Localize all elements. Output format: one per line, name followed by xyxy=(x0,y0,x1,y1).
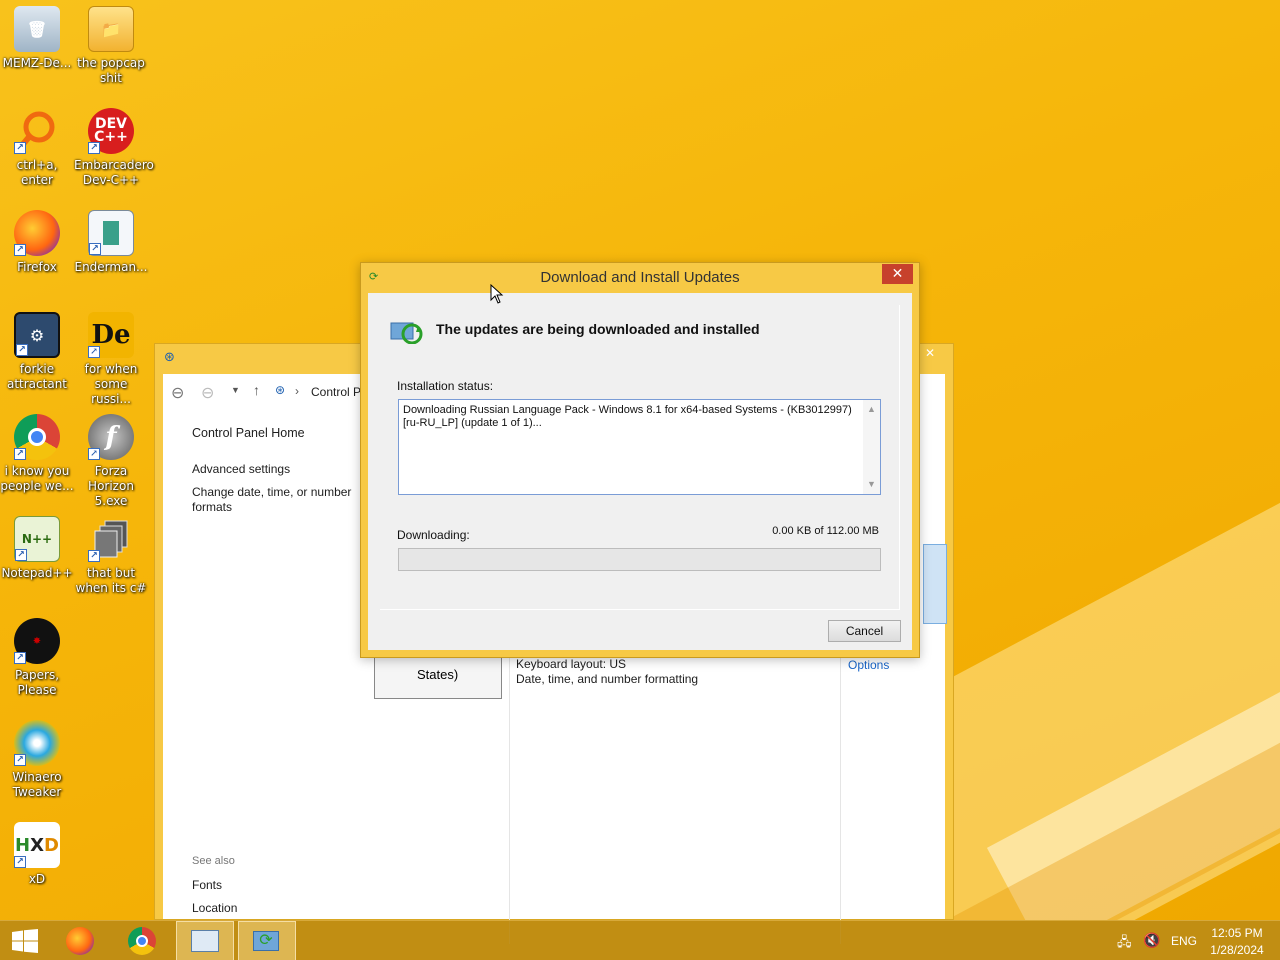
papers-please-icon: ✸ ↗ xyxy=(14,618,60,664)
cancel-button[interactable]: Cancel xyxy=(828,620,901,642)
formatting-text: Date, time, and number formatting xyxy=(516,672,699,686)
taskbar-control-panel[interactable] xyxy=(176,921,234,960)
desktop-icon-forkie[interactable]: ⚙ ↗ forkie attractant xyxy=(0,312,74,392)
dialog-title: Download and Install Updates xyxy=(540,269,740,286)
installation-status-box[interactable]: Downloading Russian Language Pack - Wind… xyxy=(398,399,881,495)
downloaded-size: 0.00 KB of 112.00 MB xyxy=(772,525,879,537)
winaero-icon: ↗ xyxy=(14,720,60,766)
magnifier-icon: ↗ xyxy=(14,108,60,154)
desktop-icon-memz[interactable]: 🗑 MEMZ-De... xyxy=(0,6,74,71)
de-app-icon: De ↗ xyxy=(88,312,134,358)
scroll-down-icon[interactable]: ▼ xyxy=(867,478,876,491)
keyboard-layout-text: Keyboard layout: US xyxy=(516,657,627,671)
close-icon[interactable]: ✕ xyxy=(925,346,935,360)
sidebar-home-link[interactable]: Control Panel Home xyxy=(192,426,305,440)
desktop-icon-ctrl-a[interactable]: ↗ ctrl+a, enter xyxy=(0,108,74,188)
sidebar-advanced-link[interactable]: Advanced settings xyxy=(192,462,290,476)
up-button[interactable]: ↑ xyxy=(253,382,260,398)
scroll-up-icon[interactable]: ▲ xyxy=(867,403,876,416)
recent-dropdown-icon[interactable]: ▼ xyxy=(231,385,240,395)
desktop-icon-de-app[interactable]: De ↗ for when some russi... xyxy=(74,312,148,407)
mouse-cursor-icon xyxy=(490,284,504,304)
downloading-label: Downloading: xyxy=(397,528,470,542)
breadcrumb-icon: ⊛ xyxy=(275,383,286,397)
taskbar-firefox[interactable] xyxy=(52,921,110,960)
desktop-icon-winaero[interactable]: ↗ Winaero Tweaker xyxy=(0,720,74,800)
chrome-icon xyxy=(128,927,156,955)
taskbar-windows-update[interactable]: ⟳ xyxy=(238,921,296,960)
breadcrumb[interactable]: Control P xyxy=(311,385,361,399)
location-link[interactable]: Location xyxy=(192,901,237,915)
desktop-icon-papers-please[interactable]: ✸ ↗ Papers, Please xyxy=(0,618,74,698)
desktop-icon-xd[interactable]: H X D ↗ xD xyxy=(0,822,74,887)
clock-date: 1/28/2024 xyxy=(1210,943,1264,957)
back-button[interactable]: ⊖ xyxy=(171,383,184,403)
fonts-link[interactable]: Fonts xyxy=(192,878,222,892)
breadcrumb-separator: › xyxy=(295,384,299,398)
options-link[interactable]: Options xyxy=(848,658,889,672)
dialog-headline: The updates are being downloaded and ins… xyxy=(436,321,760,337)
devcpp-icon: DEV C++ ↗ xyxy=(88,108,134,154)
language-indicator[interactable]: ENG xyxy=(1170,934,1198,948)
desktop-icon-enderman[interactable]: ↗ Enderman... xyxy=(74,210,148,275)
hxd-icon: H X D ↗ xyxy=(14,822,60,868)
chrome-icon: ↗ xyxy=(14,414,60,460)
flash-icon: f ↗ xyxy=(88,414,134,460)
sidebar-change-date-link[interactable]: Change date, time, or number formats xyxy=(192,485,362,515)
desktop-icon-notepadpp[interactable]: N++ ↗ Notepad++ xyxy=(0,516,74,581)
see-also-heading: See also xyxy=(192,855,235,867)
clock-time: 12:05 PM xyxy=(1211,926,1263,940)
close-button[interactable]: ✕ xyxy=(882,264,913,284)
desktop-icon-devcpp[interactable]: DEV C++ ↗ Embarcadero Dev-C++ xyxy=(74,108,154,188)
start-button[interactable] xyxy=(0,921,58,960)
desktop-icon-chrome[interactable]: ↗ i know you people we... xyxy=(0,414,74,494)
desktop-icon-forza[interactable]: f ↗ Forza Horizon 5.exe xyxy=(74,414,148,509)
update-dialog[interactable]: ⟳ Download and Install Updates ✕ The upd… xyxy=(360,262,920,658)
desktop-icon-popcap[interactable]: 📁 the popcap shit xyxy=(74,6,148,86)
dialog-panel: The updates are being downloaded and ins… xyxy=(380,305,900,610)
update-arrows-icon xyxy=(390,320,424,345)
taskbar-chrome[interactable] xyxy=(114,921,172,960)
files-stack-icon: ↗ xyxy=(88,516,134,562)
recycle-bin-icon: 🗑 xyxy=(14,6,60,52)
settings-monitor-icon: ⚙ ↗ xyxy=(14,312,60,358)
network-icon[interactable]: 🖧 xyxy=(1117,933,1132,955)
installation-status-text: Downloading Russian Language Pack - Wind… xyxy=(403,404,852,429)
folder-icon: 📁 xyxy=(88,6,134,52)
windows-logo-icon xyxy=(12,929,38,953)
control-panel-icon xyxy=(191,930,219,952)
download-progress-bar xyxy=(398,548,881,571)
installation-status-label: Installation status: xyxy=(397,379,494,393)
firefox-icon: ↗ xyxy=(14,210,60,256)
desktop-icon-csharp[interactable]: ↗ that but when its c# xyxy=(74,516,148,596)
window-app-icon: ↗ xyxy=(88,210,134,256)
clock[interactable]: 12:05 PM 1/28/2024 xyxy=(1200,926,1274,957)
volume-muted-icon[interactable]: 🔇 xyxy=(1143,932,1160,949)
desktop-icon-firefox[interactable]: ↗ Firefox xyxy=(0,210,74,275)
firefox-icon xyxy=(66,927,94,955)
column-divider xyxy=(509,644,510,944)
region-icon: ⊛ xyxy=(164,349,175,364)
dialog-client: The updates are being downloaded and ins… xyxy=(368,293,912,650)
taskbar: ⟳ 🖧 🔇 ENG 12:05 PM 1/28/2024 xyxy=(0,920,1280,960)
forward-button[interactable]: ⊖ xyxy=(201,383,214,403)
status-scrollbar[interactable]: ▲ ▼ xyxy=(863,400,880,494)
windows-update-icon: ⟳ xyxy=(253,931,279,951)
selected-row-edge xyxy=(923,544,947,624)
notepadpp-icon: N++ ↗ xyxy=(14,516,60,562)
column-divider xyxy=(840,644,841,944)
